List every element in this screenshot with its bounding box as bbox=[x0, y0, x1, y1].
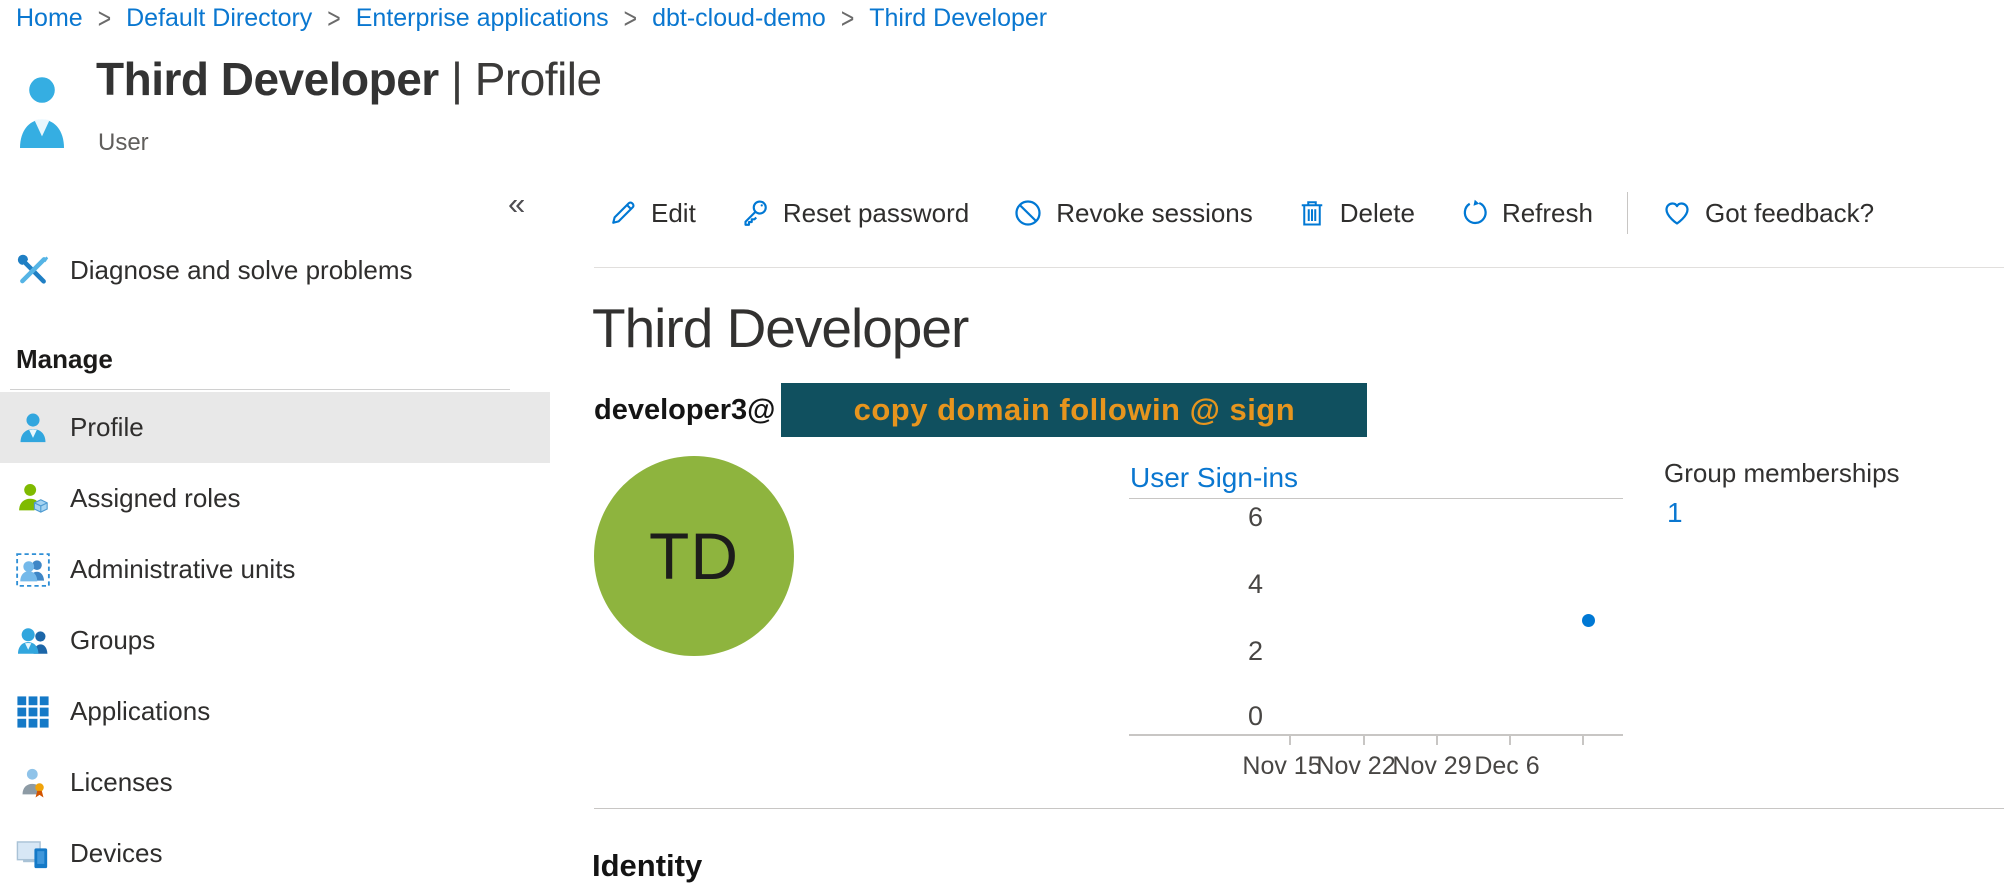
trash-icon bbox=[1297, 198, 1327, 228]
signin-data-point bbox=[1582, 614, 1595, 627]
user-signins-link[interactable]: User Sign-ins bbox=[1130, 462, 1298, 494]
breadcrumb-third-developer[interactable]: Third Developer bbox=[869, 4, 1047, 33]
groups-icon bbox=[16, 624, 50, 658]
y-axis-tick: 4 bbox=[1229, 569, 1263, 600]
x-axis-line bbox=[1129, 734, 1623, 736]
revoke-sessions-label: Revoke sessions bbox=[1056, 198, 1253, 229]
sidebar-section-manage: Manage bbox=[16, 344, 113, 375]
breadcrumb-home[interactable]: Home bbox=[16, 4, 83, 33]
heart-icon bbox=[1662, 198, 1692, 228]
x-axis-tickmark bbox=[1289, 736, 1291, 745]
y-axis-tick: 0 bbox=[1229, 701, 1263, 732]
tools-icon bbox=[16, 253, 50, 287]
sidebar-item-profile[interactable]: Profile bbox=[0, 392, 550, 463]
breadcrumb-enterprise-applications[interactable]: Enterprise applications bbox=[356, 4, 609, 33]
chevron-right-icon: > bbox=[624, 2, 637, 36]
chevron-right-icon: > bbox=[841, 2, 854, 36]
page-title-name: Third Developer bbox=[96, 53, 439, 105]
chevron-right-icon: > bbox=[327, 2, 340, 36]
group-memberships-count[interactable]: 1 bbox=[1667, 497, 1683, 529]
group-memberships-label: Group memberships bbox=[1664, 458, 1900, 489]
revoke-sessions-button[interactable]: Revoke sessions bbox=[991, 198, 1275, 229]
chevron-right-icon: > bbox=[98, 2, 111, 36]
reset-password-label: Reset password bbox=[783, 198, 969, 229]
toolbar-divider bbox=[1627, 192, 1628, 234]
licenses-icon bbox=[16, 766, 50, 800]
sidebar-collapse-icon[interactable]: « bbox=[508, 186, 525, 222]
sidebar-item-licenses[interactable]: Licenses bbox=[0, 747, 550, 818]
sidebar-item-label: Diagnose and solve problems bbox=[70, 255, 413, 286]
sidebar-item-devices[interactable]: Devices bbox=[0, 818, 550, 884]
sidebar-item-assigned-roles[interactable]: Assigned roles bbox=[0, 463, 550, 534]
sidebar-divider bbox=[10, 389, 510, 390]
block-icon bbox=[1013, 198, 1043, 228]
sidebar-item-label: Licenses bbox=[70, 767, 173, 798]
x-axis-tickmark bbox=[1436, 736, 1438, 745]
sidebar-item-label: Devices bbox=[70, 838, 162, 869]
delete-label: Delete bbox=[1340, 198, 1415, 229]
breadcrumb-default-directory[interactable]: Default Directory bbox=[126, 4, 312, 33]
edit-label: Edit bbox=[651, 198, 696, 229]
breadcrumb: Home > Default Directory > Enterprise ap… bbox=[16, 4, 1047, 33]
domain-redaction-annotation: copy domain followin @ sign bbox=[781, 383, 1367, 437]
pencil-icon bbox=[608, 198, 638, 228]
content-divider bbox=[594, 808, 2004, 809]
sidebar-item-groups[interactable]: Groups bbox=[0, 605, 550, 676]
admin-units-icon bbox=[16, 553, 50, 587]
page-subtitle: User bbox=[98, 129, 149, 157]
avatar: TD bbox=[594, 456, 794, 656]
user-icon bbox=[16, 411, 50, 445]
got-feedback-button[interactable]: Got feedback? bbox=[1640, 198, 1896, 229]
refresh-button[interactable]: Refresh bbox=[1437, 198, 1615, 229]
user-profile-page: Home > Default Directory > Enterprise ap… bbox=[0, 0, 2004, 884]
command-bar: Edit Reset password Revoke sessions bbox=[608, 190, 1896, 236]
sidebar-item-label: Administrative units bbox=[70, 554, 295, 585]
x-axis-label: Nov 22 bbox=[1316, 752, 1395, 781]
x-axis-tickmark bbox=[1582, 736, 1584, 745]
user-signins-chart: User Sign-ins 6 4 2 0 Nov 15 Nov 22 Nov … bbox=[1129, 460, 1639, 790]
sidebar-item-applications[interactable]: Applications bbox=[0, 676, 550, 747]
toolbar-underline bbox=[594, 267, 2004, 268]
applications-grid-icon bbox=[16, 695, 50, 729]
reset-password-button[interactable]: Reset password bbox=[718, 198, 991, 229]
edit-button[interactable]: Edit bbox=[608, 198, 718, 229]
sidebar-item-label: Profile bbox=[70, 412, 144, 443]
sidebar-item-administrative-units[interactable]: Administrative units bbox=[0, 534, 550, 605]
x-axis-label: Nov 15 bbox=[1242, 752, 1321, 781]
breadcrumb-dbt-cloud-demo[interactable]: dbt-cloud-demo bbox=[652, 4, 826, 33]
assigned-roles-icon bbox=[16, 482, 50, 516]
y-axis-tick: 2 bbox=[1229, 636, 1263, 667]
sidebar-item-label: Groups bbox=[70, 625, 155, 656]
user-icon bbox=[18, 74, 66, 150]
refresh-label: Refresh bbox=[1502, 198, 1593, 229]
devices-icon bbox=[16, 837, 50, 871]
sidebar-item-label: Applications bbox=[70, 696, 210, 727]
got-feedback-label: Got feedback? bbox=[1705, 198, 1874, 229]
page-title: Third Developer | Profile bbox=[96, 52, 602, 106]
user-principal-name: developer3@ copy domain followin @ sign bbox=[594, 383, 1367, 437]
x-axis-tickmark bbox=[1363, 736, 1365, 745]
refresh-icon bbox=[1459, 198, 1489, 228]
upn-prefix: developer3@ bbox=[594, 394, 775, 427]
chart-title-rule bbox=[1129, 498, 1623, 499]
user-display-name: Third Developer bbox=[592, 296, 968, 360]
x-axis-label: Nov 29 bbox=[1392, 752, 1471, 781]
identity-section-heading: Identity bbox=[592, 848, 702, 884]
x-axis-label: Dec 6 bbox=[1474, 752, 1539, 781]
y-axis-tick: 6 bbox=[1229, 502, 1263, 533]
x-axis-tickmark bbox=[1509, 736, 1511, 745]
sidebar-item-label: Assigned roles bbox=[70, 483, 241, 514]
sidebar-nav: Profile Assigned roles bbox=[0, 392, 550, 884]
page-title-separator: | bbox=[439, 53, 475, 105]
delete-button[interactable]: Delete bbox=[1275, 198, 1437, 229]
key-icon bbox=[740, 198, 770, 228]
sidebar-item-diagnose[interactable]: Diagnose and solve problems bbox=[0, 244, 550, 296]
page-title-section: Profile bbox=[475, 53, 602, 105]
